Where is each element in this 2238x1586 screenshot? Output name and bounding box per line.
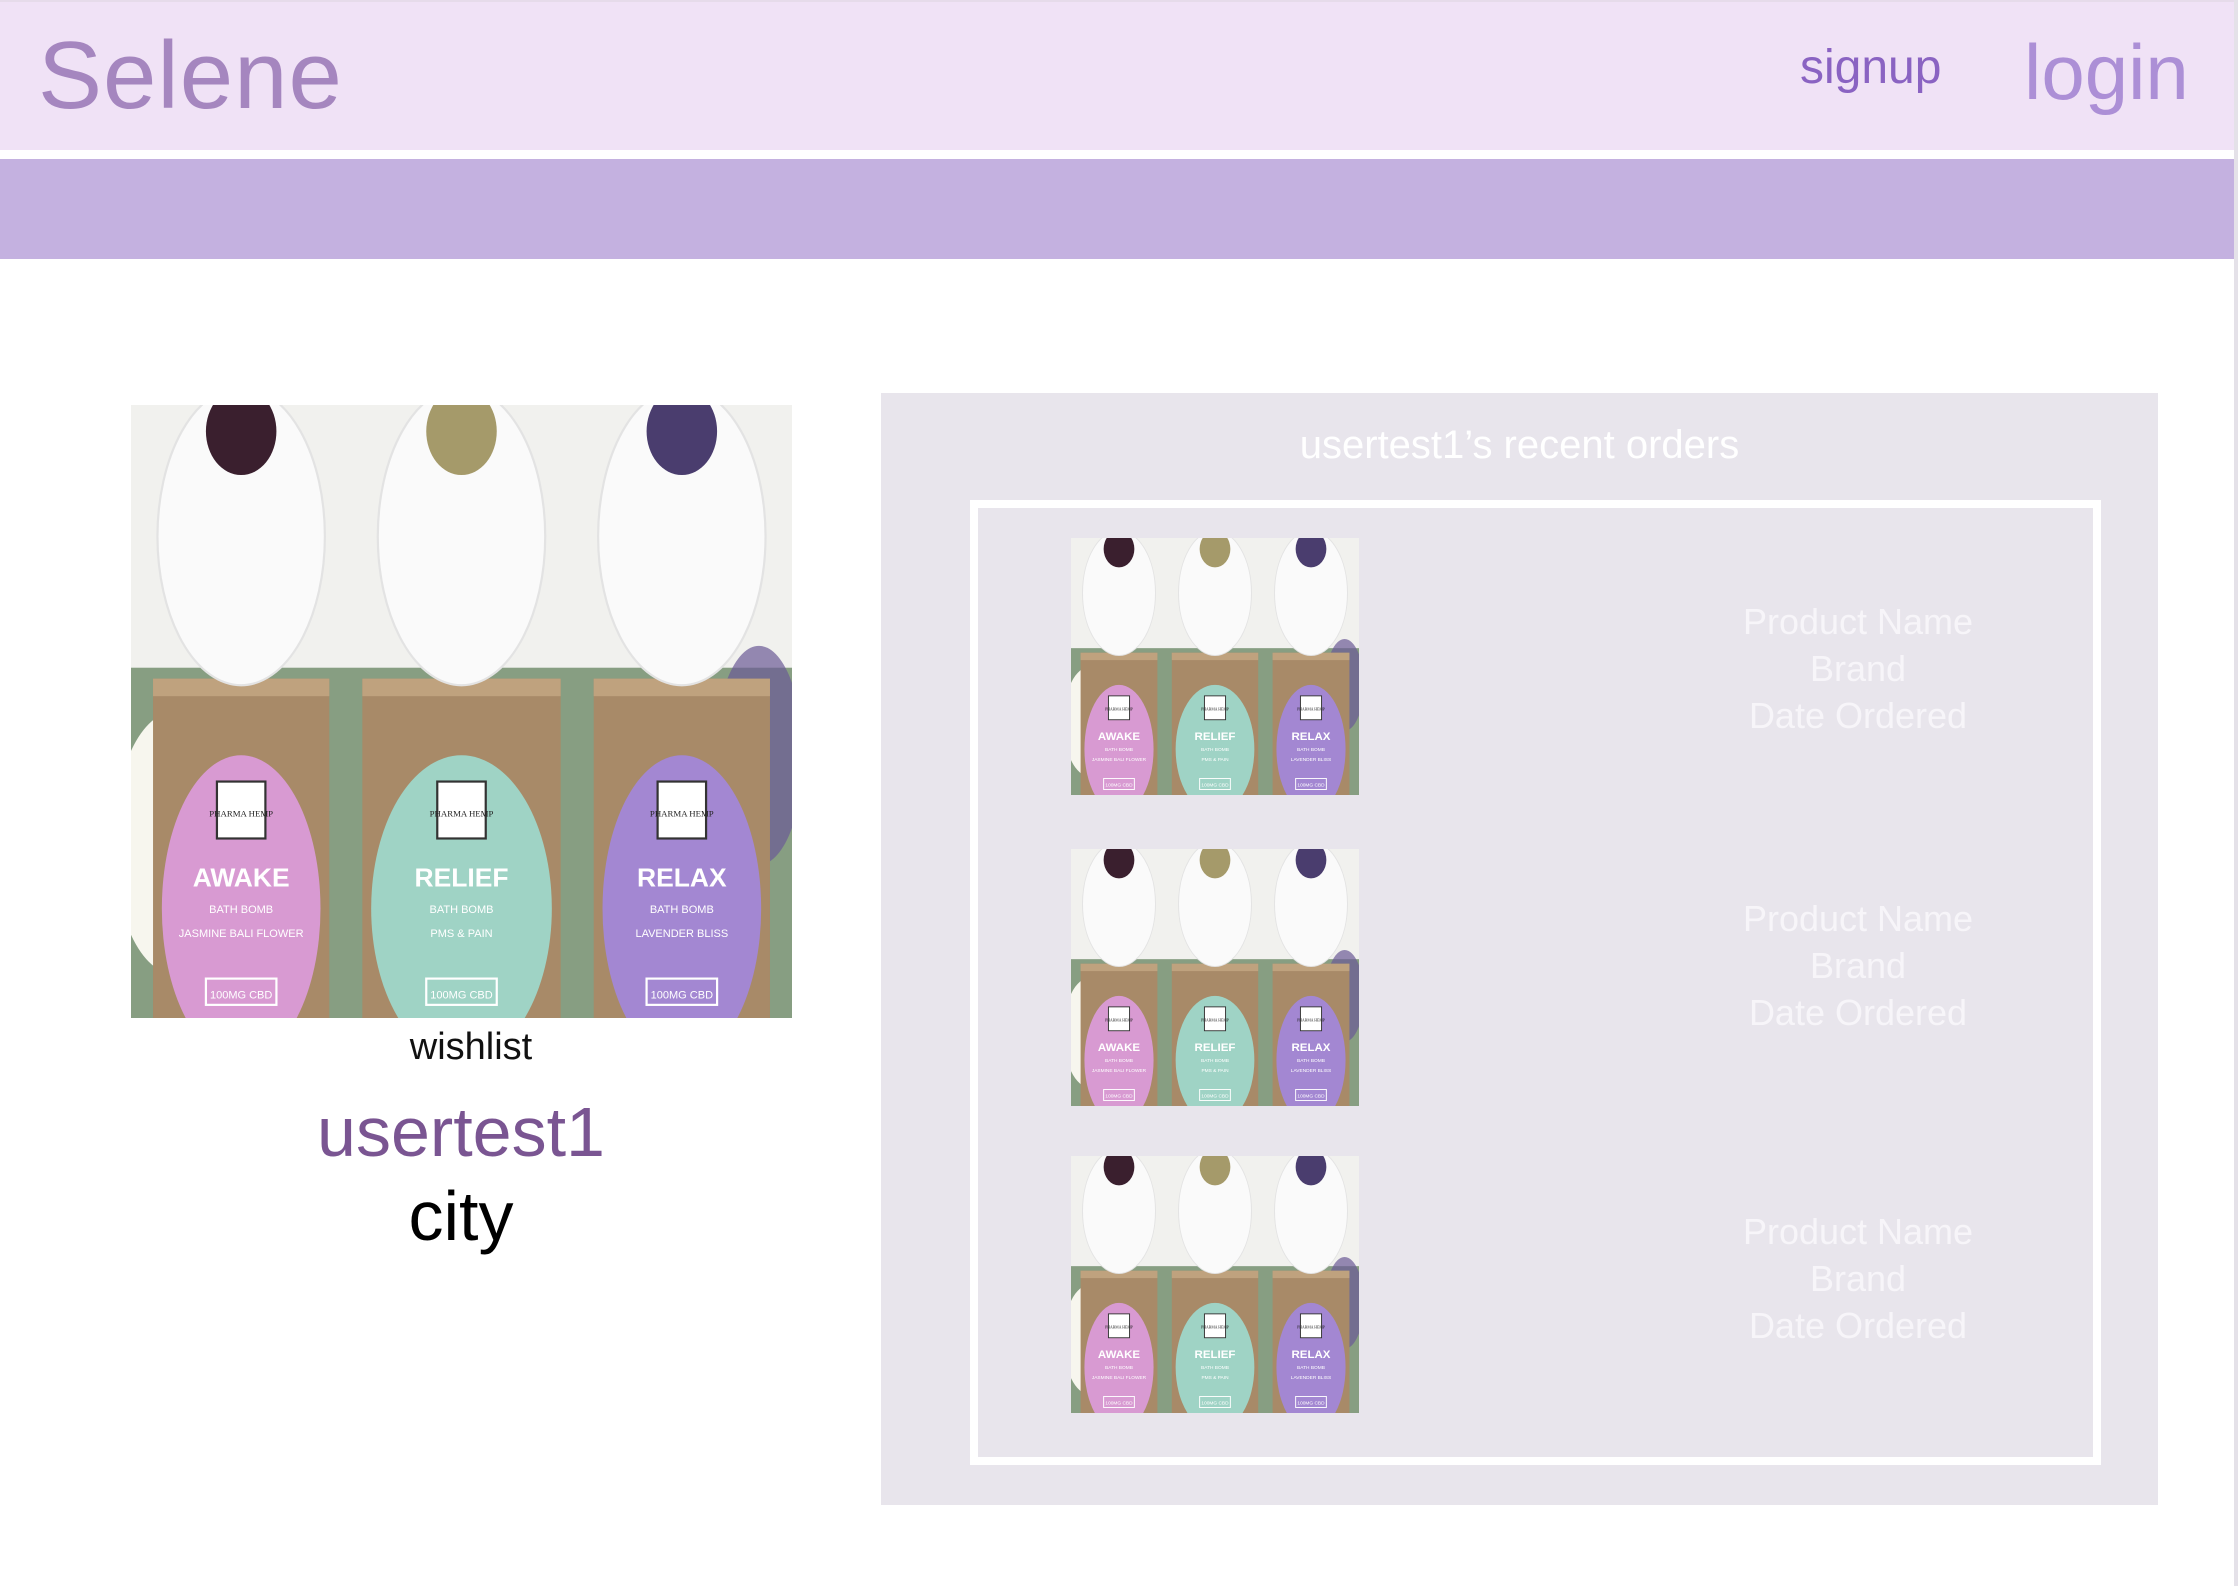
header-divider [0,150,2234,159]
svg-text:RELAX: RELAX [637,863,727,893]
svg-text:BATH BOMB: BATH BOMB [1297,747,1325,752]
svg-text:BATH BOMB: BATH BOMB [1105,1058,1133,1063]
svg-text:PHARMA HEMP: PHARMA HEMP [1201,1019,1229,1023]
svg-text:RELAX: RELAX [1292,1042,1331,1054]
profile-username: usertest1 [317,1093,605,1171]
svg-text:100MG CBD: 100MG CBD [430,989,492,1001]
svg-text:BATH BOMB: BATH BOMB [1297,1365,1325,1370]
recent-orders-panel: usertest1’s recent orders PHARMA HEMP AWA… [881,393,2158,1505]
svg-text:AWAKE: AWAKE [193,863,290,893]
order-details: Product Name Brand Date Ordered [1698,1208,2018,1349]
svg-text:PHARMA HEMP: PHARMA HEMP [650,809,714,819]
svg-text:JASMINE BALI FLOWER: JASMINE BALI FLOWER [1092,1068,1147,1073]
svg-text:BATH BOMB: BATH BOMB [1201,1058,1229,1063]
order-date: Date Ordered [1748,1305,1968,1346]
svg-text:RELIEF: RELIEF [1195,1349,1236,1361]
order-details: Product Name Brand Date Ordered [1698,895,2018,1036]
bath-bombs-thumbnail-icon: PHARMA HEMP AWAKE BATH BOMB JASMINE BALI FL… [1071,1156,1359,1413]
svg-text:PMS & PAIN: PMS & PAIN [1201,1068,1228,1073]
svg-text:BATH BOMB: BATH BOMB [1297,1058,1325,1063]
svg-text:BATH BOMB: BATH BOMB [209,904,273,916]
bath-bombs-thumbnail-icon: PHARMA HEMP AWAKE BATH BOMB JASMINE BALI FL… [1071,538,1359,795]
svg-text:100MG CBD: 100MG CBD [1297,783,1325,788]
order-product-name: Product Name [1742,1211,1974,1252]
svg-text:JASMINE BALI FLOWER: JASMINE BALI FLOWER [1092,1375,1147,1380]
svg-text:PHARMA HEMP: PHARMA HEMP [209,809,273,819]
svg-text:RELIEF: RELIEF [1195,1042,1236,1054]
sub-navigation-bar [0,159,2234,259]
order-date: Date Ordered [1748,695,1968,736]
svg-text:100MG CBD: 100MG CBD [1201,1401,1229,1406]
svg-text:BATH BOMB: BATH BOMB [650,904,714,916]
svg-text:PMS & PAIN: PMS & PAIN [1201,757,1228,762]
order-item[interactable]: PHARMA HEMP AWAKE BATH BOMB JASMINE BALI FL… [978,538,2093,795]
profile-photo: PHARMA HEMP AWAKE BATH BOMB JASMINE BALI FL… [131,405,792,1018]
bath-bombs-photo-icon: PHARMA HEMP AWAKE BATH BOMB JASMINE BALI FL… [131,405,792,1018]
order-thumbnail[interactable]: PHARMA HEMP AWAKE BATH BOMB JASMINE BALI FL… [1071,849,1359,1106]
svg-text:PHARMA HEMP: PHARMA HEMP [1201,1326,1229,1330]
svg-text:100MG CBD: 100MG CBD [1201,1094,1229,1099]
svg-text:RELIEF: RELIEF [1195,731,1236,743]
order-product-name: Product Name [1742,898,1974,939]
svg-text:LAVENDER BLISS: LAVENDER BLISS [1291,1375,1331,1380]
order-brand: Brand [1809,648,1907,689]
svg-text:100MG CBD: 100MG CBD [1105,1094,1133,1099]
order-details: Product Name Brand Date Ordered [1698,598,2018,739]
svg-text:BATH BOMB: BATH BOMB [1201,747,1229,752]
recent-orders-list: PHARMA HEMP AWAKE BATH BOMB JASMINE BALI FL… [970,500,2101,1465]
svg-text:PHARMA HEMP: PHARMA HEMP [1297,1326,1325,1330]
svg-text:PHARMA HEMP: PHARMA HEMP [1105,1326,1133,1330]
signup-link[interactable]: signup [1800,36,1941,100]
svg-text:PHARMA HEMP: PHARMA HEMP [1105,1019,1133,1023]
order-date: Date Ordered [1748,992,1968,1033]
order-item[interactable]: PHARMA HEMP AWAKE BATH BOMB JASMINE BALI FL… [978,849,2093,1106]
order-thumbnail[interactable]: PHARMA HEMP AWAKE BATH BOMB JASMINE BALI FL… [1071,1156,1359,1413]
wishlist-link[interactable]: wishlist [131,1022,811,1072]
order-brand: Brand [1809,945,1907,986]
svg-text:PHARMA HEMP: PHARMA HEMP [1105,708,1133,712]
svg-text:100MG CBD: 100MG CBD [651,989,713,1001]
order-thumbnail[interactable]: PHARMA HEMP AWAKE BATH BOMB JASMINE BALI FL… [1071,538,1359,795]
top-header: Selene signup login [0,0,2234,150]
svg-text:RELIEF: RELIEF [415,863,509,893]
svg-text:AWAKE: AWAKE [1098,731,1141,743]
svg-text:BATH BOMB: BATH BOMB [1105,1365,1133,1370]
svg-text:AWAKE: AWAKE [1098,1349,1141,1361]
brand-logo[interactable]: Selene [38,16,343,136]
svg-text:100MG CBD: 100MG CBD [210,989,272,1001]
svg-text:JASMINE BALI FLOWER: JASMINE BALI FLOWER [179,928,304,940]
svg-text:PHARMA HEMP: PHARMA HEMP [1297,708,1325,712]
svg-text:RELAX: RELAX [1292,1349,1331,1361]
svg-text:JASMINE BALI FLOWER: JASMINE BALI FLOWER [1092,757,1147,762]
window-edge [2234,0,2238,1586]
svg-text:BATH BOMB: BATH BOMB [1201,1365,1229,1370]
svg-text:PHARMA HEMP: PHARMA HEMP [1201,708,1229,712]
svg-text:BATH BOMB: BATH BOMB [429,904,493,916]
recent-orders-title: usertest1’s recent orders [1299,423,1740,467]
svg-text:100MG CBD: 100MG CBD [1201,783,1229,788]
login-link[interactable]: login [2024,24,2189,120]
profile-city: city [408,1177,514,1255]
bath-bombs-thumbnail-icon: PHARMA HEMP AWAKE BATH BOMB JASMINE BALI FL… [1071,849,1359,1106]
svg-text:PMS & PAIN: PMS & PAIN [430,928,492,940]
svg-text:LAVENDER BLISS: LAVENDER BLISS [635,928,728,940]
order-product-name: Product Name [1742,601,1974,642]
svg-text:100MG CBD: 100MG CBD [1105,1401,1133,1406]
svg-text:AWAKE: AWAKE [1098,1042,1141,1054]
svg-text:PMS & PAIN: PMS & PAIN [1201,1375,1228,1380]
svg-text:PHARMA HEMP: PHARMA HEMP [430,809,494,819]
svg-text:RELAX: RELAX [1292,731,1331,743]
svg-text:BATH BOMB: BATH BOMB [1105,747,1133,752]
order-item[interactable]: PHARMA HEMP AWAKE BATH BOMB JASMINE BALI FL… [978,1156,2093,1413]
svg-text:PHARMA HEMP: PHARMA HEMP [1297,1019,1325,1023]
svg-text:100MG CBD: 100MG CBD [1105,783,1133,788]
svg-text:LAVENDER BLISS: LAVENDER BLISS [1291,1068,1331,1073]
svg-text:100MG CBD: 100MG CBD [1297,1094,1325,1099]
svg-text:LAVENDER BLISS: LAVENDER BLISS [1291,757,1331,762]
svg-text:100MG CBD: 100MG CBD [1297,1401,1325,1406]
order-brand: Brand [1809,1258,1907,1299]
